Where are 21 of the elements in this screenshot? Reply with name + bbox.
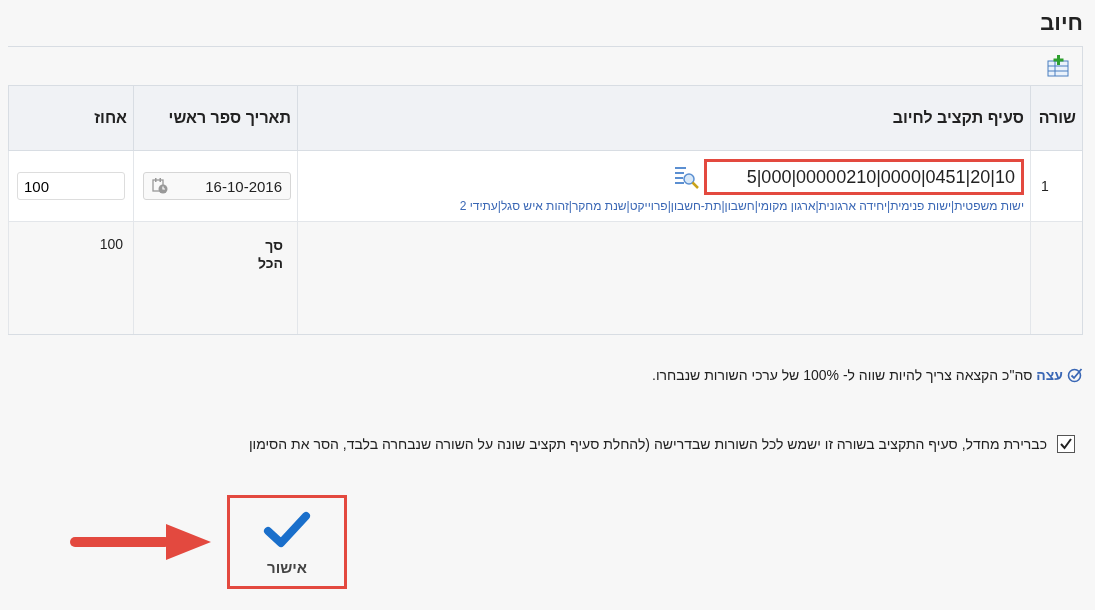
tip-text: סה"כ הקצאה צריך להיות שווה ל- 100% של ערכי השורות שנבחרו. xyxy=(652,367,1033,383)
date-field[interactable]: 16-10-2016 xyxy=(143,172,291,200)
percent-field[interactable]: 100 xyxy=(17,172,125,200)
total-value: 100 xyxy=(99,236,123,252)
row-number: 1 xyxy=(1041,178,1049,194)
confirm-button[interactable]: אישור xyxy=(227,495,347,589)
check-badge-icon xyxy=(1067,367,1083,383)
checkbox[interactable] xyxy=(1057,435,1075,453)
checkbox-label: כברירת מחדל, סעיף התקציב בשורה זו ישמש לכל השורות שבדרישה (להחלת סעיף תקציב שונה על השורה שנבחרה בלבד, הסר את הסימון xyxy=(248,436,1047,452)
tip-label: עצה xyxy=(1036,367,1063,383)
budget-account-field[interactable]: 5|000|00000210|0000|0451|20|10 xyxy=(704,159,1024,195)
calendar-icon[interactable] xyxy=(152,178,168,194)
add-row-icon[interactable] xyxy=(1046,55,1070,77)
column-header: סעיף תקציב לחיוב xyxy=(297,86,1030,150)
column-header: אחוז xyxy=(8,86,133,150)
segments-link[interactable]: ישות משפטית|ישות פנימית|יחידה ארגונית|ארגון מקומי|חשבון|תת-חשבון|פרוייקט|שנת מחקר|זהות איש סגל|עתידי 2 xyxy=(304,199,1024,213)
column-header: שורה xyxy=(1030,86,1082,150)
total-label: סך הכל xyxy=(257,236,283,273)
section-title: חיוב xyxy=(1039,9,1083,37)
column-header: תאריך ספר ראשי xyxy=(133,86,297,150)
search-icon[interactable] xyxy=(674,165,700,189)
